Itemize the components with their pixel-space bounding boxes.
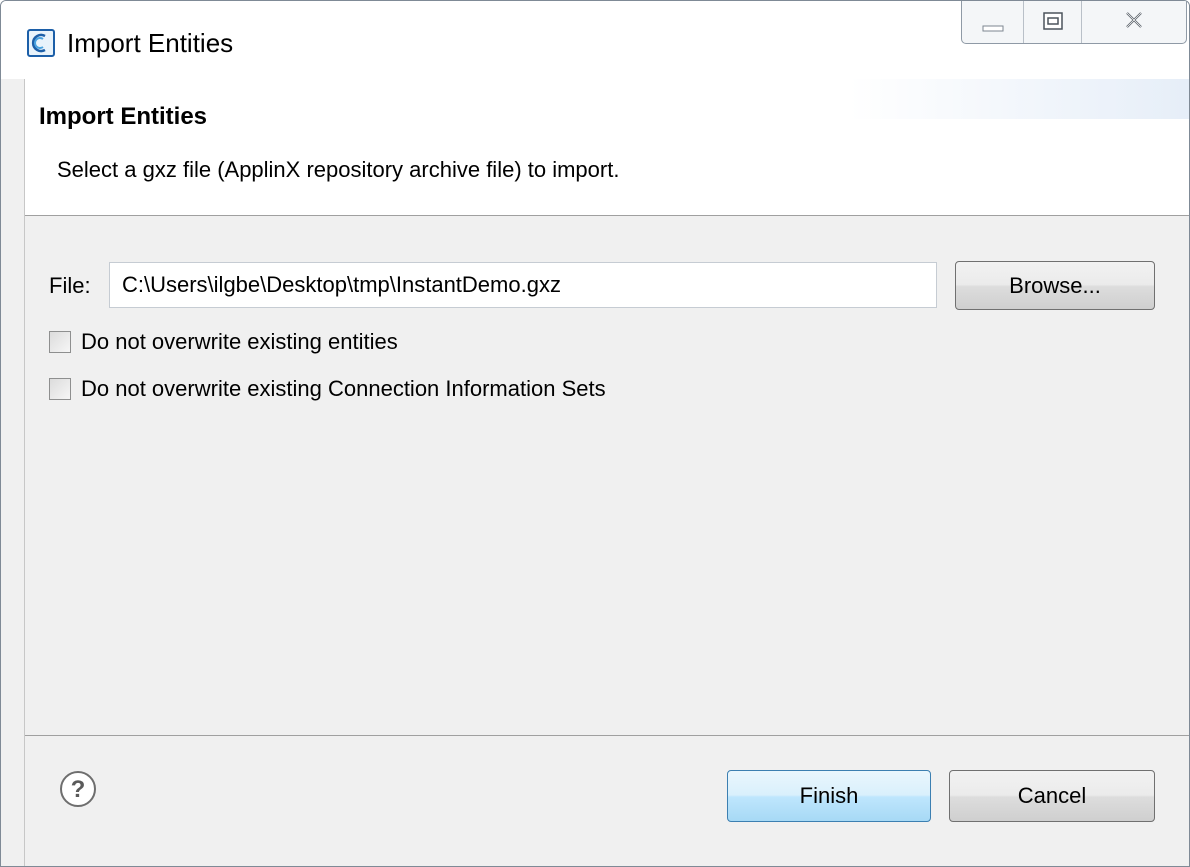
restore-button[interactable]	[1024, 1, 1082, 43]
overwrite-entities-checkbox[interactable]	[49, 331, 71, 353]
banner-title: Import Entities	[39, 103, 208, 130]
close-button[interactable]	[1082, 1, 1186, 43]
banner-gradient	[849, 79, 1189, 119]
overwrite-connection-sets-label[interactable]: Do not overwrite existing Connection Inf…	[81, 376, 606, 402]
file-path-input[interactable]	[109, 262, 937, 308]
app-icon	[27, 29, 55, 57]
window-title: Import Entities	[67, 28, 234, 58]
browse-button[interactable]: Browse...	[955, 261, 1155, 310]
overwrite-connection-sets-checkbox[interactable]	[49, 378, 71, 400]
file-label: File:	[49, 273, 91, 298]
banner-divider	[25, 215, 1189, 216]
help-icon[interactable]: ?	[59, 770, 97, 808]
checkbox-row-entities[interactable]: Do not overwrite existing entities	[49, 327, 398, 357]
left-divider	[24, 79, 25, 866]
banner-description: Select a gxz file (ApplinX repository ar…	[57, 157, 620, 182]
minimize-icon	[982, 25, 1004, 32]
cancel-button[interactable]: Cancel	[949, 770, 1155, 822]
overwrite-entities-label[interactable]: Do not overwrite existing entities	[81, 329, 398, 355]
wizard-banner: Import Entities Select a gxz file (Appli…	[25, 79, 1189, 215]
svg-text:?: ?	[71, 776, 86, 803]
minimize-button[interactable]	[962, 1, 1024, 43]
close-icon	[1126, 12, 1142, 28]
title-bar[interactable]: Import Entities	[1, 1, 1189, 79]
footer-divider	[25, 735, 1189, 736]
checkbox-row-connection-sets[interactable]: Do not overwrite existing Connection Inf…	[49, 374, 606, 404]
finish-button[interactable]: Finish	[727, 770, 931, 822]
import-entities-dialog: Import Entities Import Entities Select a…	[0, 0, 1190, 867]
restore-icon	[1043, 12, 1063, 30]
window-controls	[961, 1, 1187, 44]
